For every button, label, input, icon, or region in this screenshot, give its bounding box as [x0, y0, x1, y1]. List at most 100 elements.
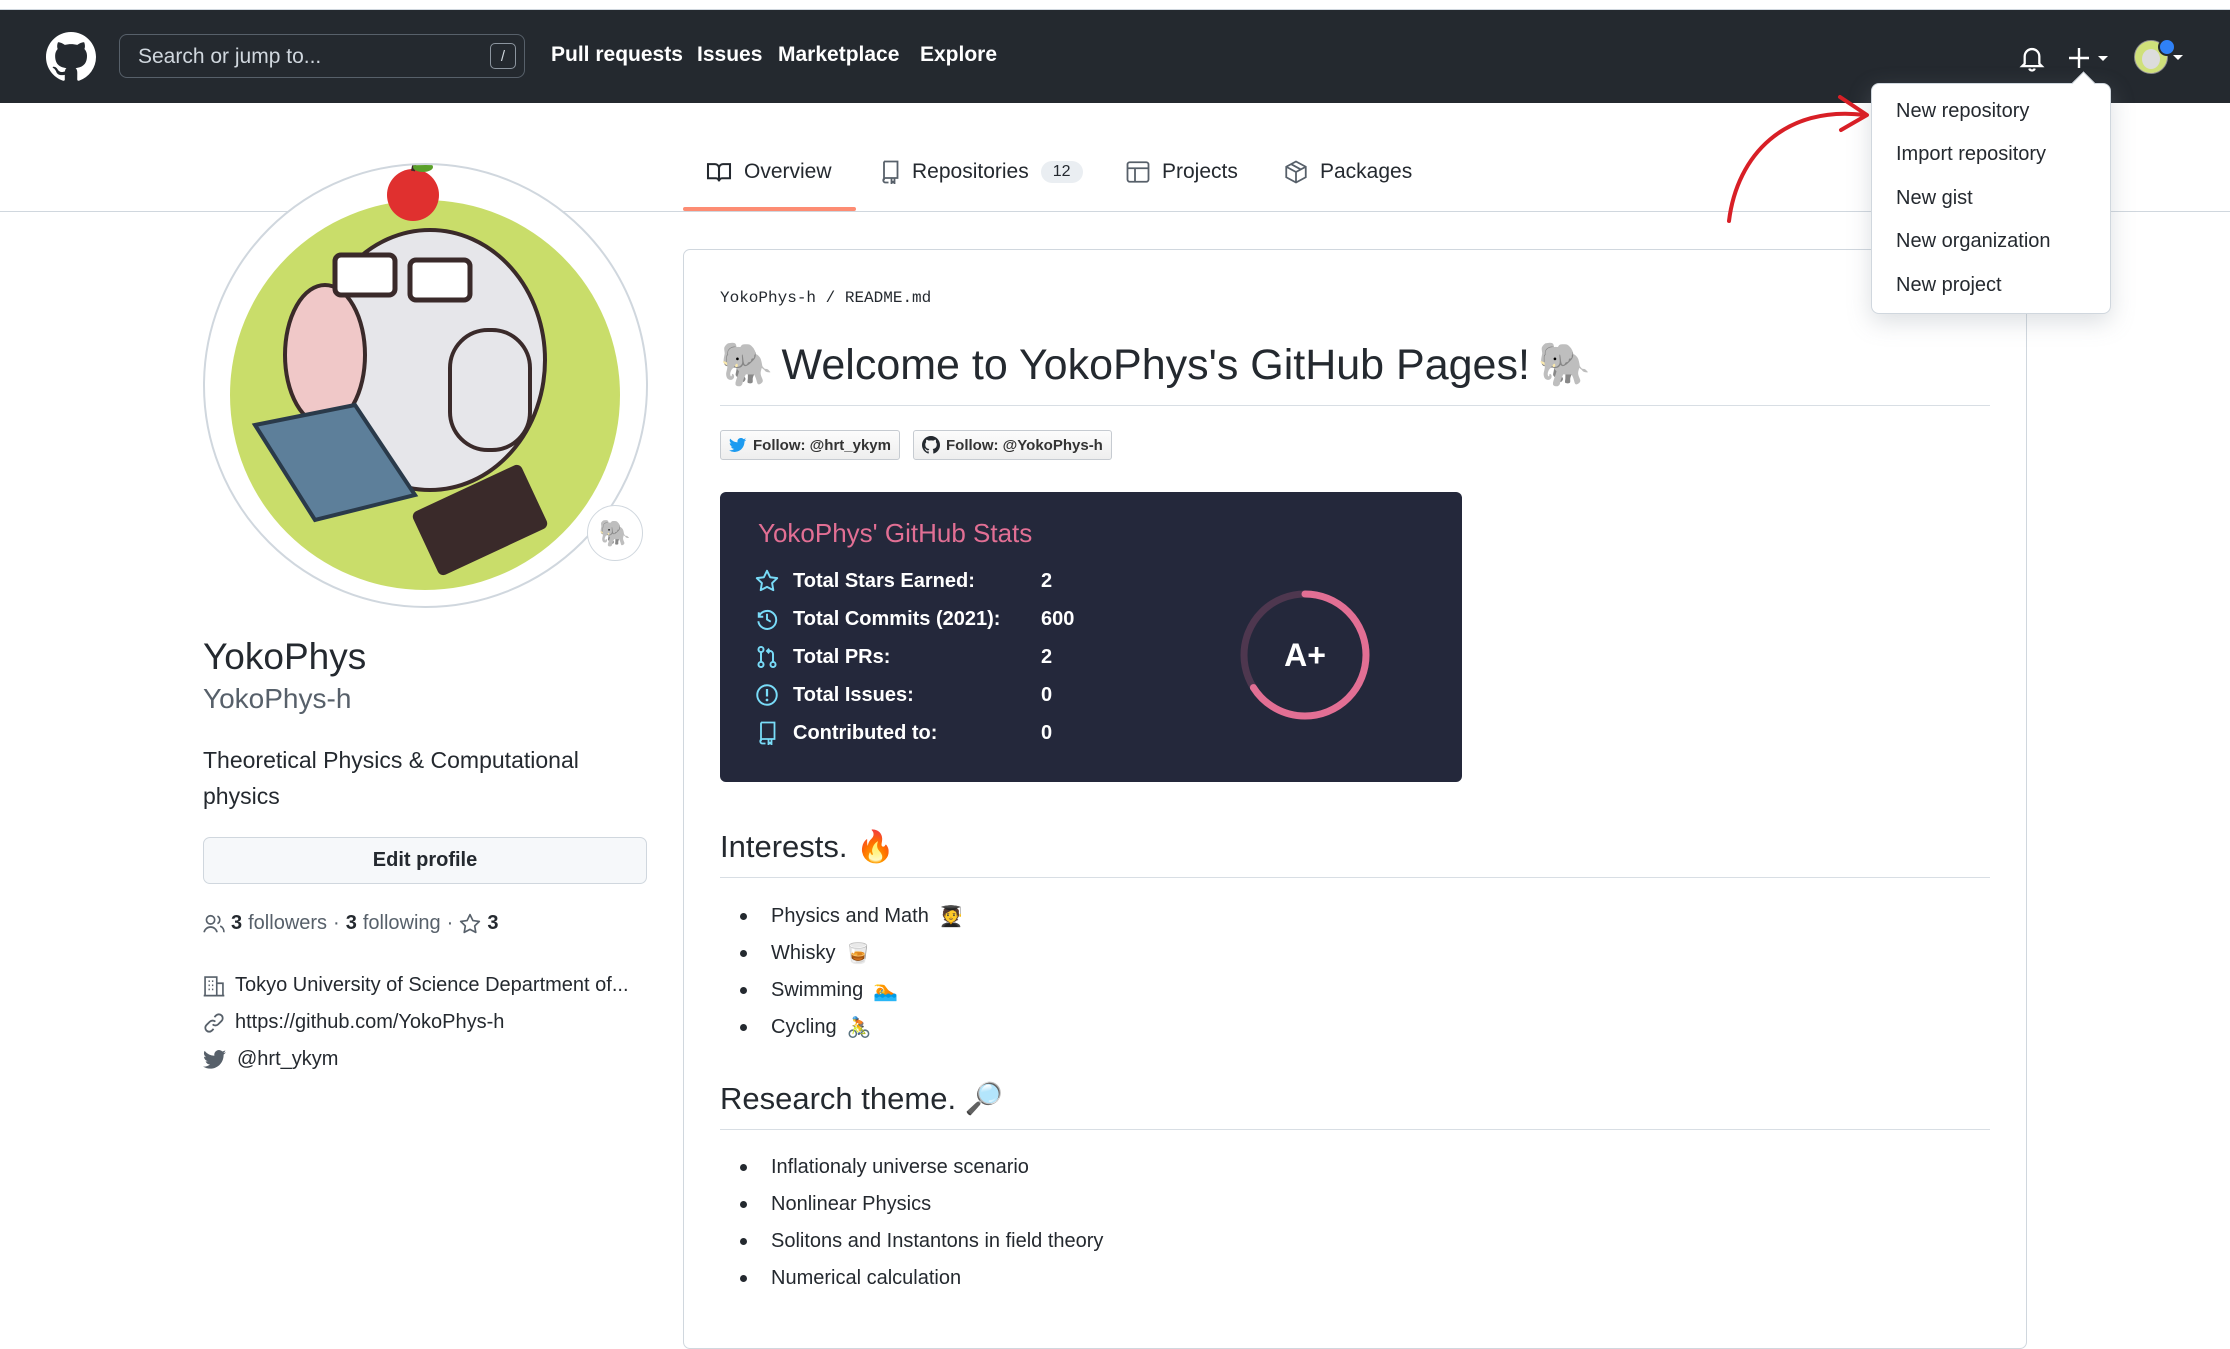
create-new-dropdown: New repository Import repository New gis…	[1871, 83, 2111, 314]
organization-text: Tokyo University of Science Department o…	[235, 974, 629, 996]
menu-item-new-repository[interactable]: New repository	[1896, 100, 2029, 123]
research-divider	[720, 1129, 1990, 1130]
list-item-text: Swimming	[771, 979, 864, 1001]
pull-request-icon	[757, 645, 777, 669]
project-table-icon	[1126, 161, 1150, 183]
list-item: Inflationaly universe scenario	[740, 1156, 1029, 1179]
elephant-emoji: 🐘	[1537, 341, 1592, 389]
profile-website[interactable]: https://github.com/YokoPhys-h	[203, 1011, 504, 1034]
create-new-plus-icon[interactable]	[2068, 44, 2114, 72]
star-icon[interactable]	[459, 913, 481, 935]
repositories-count-badge: 12	[1040, 161, 1083, 183]
tab-overview[interactable]: Overview	[706, 160, 832, 184]
followers-count[interactable]: 3	[231, 912, 242, 935]
history-icon	[757, 609, 778, 630]
github-stats-card: YokoPhys' GitHub Stats Total Stars Earne…	[720, 492, 1462, 782]
readme-title-text: Welcome to YokoPhys's GitHub Pages!	[781, 340, 1530, 389]
list-item: Cycling 🚴	[740, 1015, 871, 1040]
interests-heading-text: Interests.	[720, 829, 848, 864]
readme-breadcrumb: YokoPhys-h / README.md	[720, 289, 931, 307]
stat-label: Total PRs:	[793, 645, 891, 668]
list-item-text: Whisky	[771, 942, 836, 964]
github-follow-badge[interactable]: Follow: @YokoPhys-h	[913, 430, 1112, 460]
list-item: Numerical calculation	[740, 1267, 961, 1290]
menu-item-import-repository[interactable]: Import repository	[1896, 143, 2046, 166]
menu-item-new-project[interactable]: New project	[1896, 274, 2002, 297]
profile-username: YokoPhys-h	[203, 683, 352, 714]
rank-ring: A+	[1240, 590, 1370, 720]
following-count[interactable]: 3	[346, 912, 357, 935]
profile-bio: Theoretical Physics & Computational phys…	[203, 747, 579, 809]
profile-display-name: YokoPhys	[203, 636, 367, 677]
list-item: Swimming 🏊	[740, 978, 898, 1003]
twitter-handle[interactable]: @hrt_ykym	[237, 1048, 338, 1071]
elephant-emoji: 🐘	[720, 341, 774, 389]
interests-divider	[720, 877, 1990, 878]
follow-stats: 3 followers · 3 following · 3	[203, 912, 498, 935]
star-icon	[755, 569, 779, 592]
avatar-caret-icon[interactable]	[2172, 54, 2184, 62]
stat-value: 2	[1041, 569, 1053, 592]
twitter-badge-label: Follow: @hrt_ykym	[753, 436, 891, 454]
website-link[interactable]: https://github.com/YokoPhys-h	[235, 1011, 504, 1034]
list-item-text: Cycling	[771, 1016, 837, 1038]
set-status-button[interactable]: 🐘	[587, 505, 643, 561]
crumb-file: README.md	[844, 289, 932, 307]
student-emoji: 🧑‍🎓	[938, 906, 964, 928]
tab-packages[interactable]: Packages	[1284, 160, 1412, 184]
issue-icon	[756, 684, 778, 706]
list-item: Nonlinear Physics	[740, 1193, 931, 1216]
followers-link[interactable]: followers	[248, 912, 327, 935]
title-divider	[720, 405, 1990, 406]
separator-dot: ·	[446, 912, 454, 934]
readme-title: 🐘 Welcome to YokoPhys's GitHub Pages! 🐘	[720, 340, 1591, 390]
crumb-user[interactable]: YokoPhys-h	[720, 289, 816, 307]
stars-count[interactable]: 3	[487, 912, 498, 935]
nav-issues[interactable]: Issues	[697, 43, 762, 67]
research-heading-text: Research theme.	[720, 1081, 957, 1116]
rank-grade: A+	[1284, 637, 1326, 673]
stat-value: 0	[1041, 721, 1053, 744]
menu-item-new-gist[interactable]: New gist	[1896, 187, 1973, 210]
edit-profile-button[interactable]: Edit profile	[203, 837, 647, 884]
nav-marketplace[interactable]: Marketplace	[778, 43, 899, 67]
repo-icon	[759, 721, 776, 745]
fire-emoji: 🔥	[856, 829, 895, 864]
notifications-bell-icon[interactable]	[2019, 44, 2045, 72]
github-logo-icon[interactable]	[46, 32, 96, 82]
nav-pull-requests[interactable]: Pull requests	[551, 43, 683, 67]
list-item: Whisky 🥃	[740, 941, 870, 966]
stat-row-issues: Total Issues: 0	[755, 680, 1052, 710]
stats-title: YokoPhys' GitHub Stats	[758, 518, 1033, 548]
tab-repositories-label: Repositories	[912, 160, 1029, 183]
twitter-follow-badge[interactable]: Follow: @hrt_ykym	[720, 430, 900, 460]
annotation-arrow-icon	[1727, 95, 1869, 223]
elephant-illustration	[230, 165, 620, 590]
readme-card	[683, 249, 2027, 1349]
profile-twitter[interactable]: @hrt_ykym	[203, 1048, 338, 1071]
tab-projects[interactable]: Projects	[1126, 160, 1238, 184]
stat-row-prs: Total PRs: 2	[755, 642, 1052, 672]
list-item: Solitons and Instantons in field theory	[740, 1230, 1103, 1253]
profile-avatar[interactable]	[203, 163, 648, 608]
twitter-icon	[203, 1049, 226, 1069]
stat-label: Total Stars Earned:	[793, 569, 975, 592]
menu-item-new-organization[interactable]: New organization	[1896, 230, 2051, 253]
tab-packages-label: Packages	[1320, 160, 1413, 183]
stat-label: Total Issues:	[793, 683, 914, 706]
nav-explore[interactable]: Explore	[920, 43, 997, 67]
repo-icon	[882, 160, 899, 184]
cycling-emoji: 🚴	[846, 1017, 872, 1039]
following-link[interactable]: following	[363, 912, 441, 935]
swimming-emoji: 🏊	[873, 980, 899, 1002]
stat-value: 2	[1041, 645, 1053, 668]
stat-row-contributed: Contributed to: 0	[755, 718, 1052, 748]
stat-row-commits: Total Commits (2021): 600	[755, 604, 1074, 634]
organization-icon	[203, 975, 225, 996]
whisky-emoji: 🥃	[845, 943, 871, 965]
search-input[interactable]: Search or jump to... /	[119, 34, 525, 78]
search-shortcut-key: /	[490, 43, 516, 69]
research-heading: Research theme. 🔎	[720, 1080, 1003, 1117]
tab-repositories[interactable]: Repositories 12	[880, 160, 1083, 184]
list-item-text: Physics and Math	[771, 905, 929, 927]
